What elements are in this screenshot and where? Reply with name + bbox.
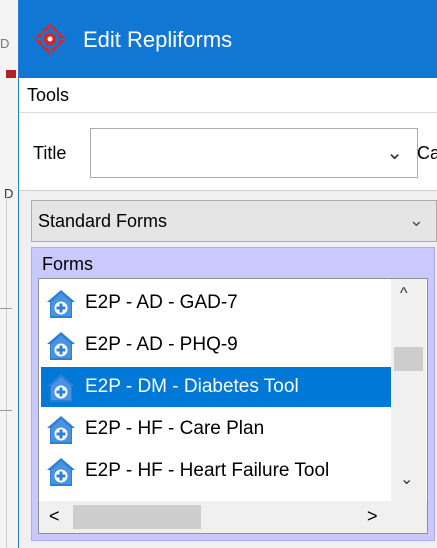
form-list-item[interactable]: E2P - HF - Care Plan bbox=[41, 409, 391, 449]
house-plus-icon bbox=[46, 289, 76, 319]
form-list-item[interactable]: E2P - AD - PHQ-9 bbox=[41, 325, 391, 365]
repliforms-crosshair-icon bbox=[34, 23, 66, 55]
background-tick bbox=[0, 410, 12, 411]
window-title: Edit Repliforms bbox=[83, 27, 233, 52]
horizontal-scrollbar[interactable]: < > bbox=[39, 501, 391, 533]
background-application: D D bbox=[0, 0, 20, 548]
form-category-dropdown[interactable]: Standard Forms ⌄ bbox=[31, 200, 437, 242]
form-list-item-label: E2P - HF - Care Plan bbox=[85, 418, 265, 439]
scroll-left-arrow-icon[interactable]: < bbox=[49, 506, 60, 527]
edit-repliforms-window: Edit Repliforms Tools Title ⌄ Ca Standar… bbox=[18, 0, 437, 548]
background-glyph: D bbox=[0, 36, 10, 51]
form-list-item-label: E2P - DM - Diabetes Tool bbox=[85, 376, 299, 397]
chevron-down-icon[interactable]: ⌄ bbox=[386, 140, 403, 165]
forms-listbox[interactable]: E2P - AD - GAD-7 E2P - AD - PHQ-9 E2P - DM… bbox=[38, 278, 428, 534]
house-plus-icon bbox=[46, 373, 76, 403]
form-list-item-label: E2P - AD - GAD-7 bbox=[85, 292, 238, 313]
forms-group: Forms E2P - AD - GAD-7 E2P - AD - PHQ-9 E2… bbox=[31, 247, 435, 541]
forms-group-label: Forms bbox=[42, 254, 93, 274]
form-list-item-label: E2P - HF - Heart Failure Tool bbox=[85, 460, 330, 481]
background-line bbox=[6, 196, 7, 548]
form-list-item[interactable]: E2P - HF - Heart Failure Tool bbox=[41, 451, 391, 491]
vertical-scrollbar[interactable]: ^ ⌄ bbox=[391, 279, 426, 501]
house-plus-icon bbox=[46, 457, 76, 487]
category-label-truncated: Ca bbox=[417, 143, 437, 163]
title-combobox[interactable]: ⌄ bbox=[90, 128, 418, 178]
title-label: Title bbox=[33, 143, 67, 163]
background-red-marker bbox=[6, 70, 16, 78]
horizontal-scroll-thumb[interactable] bbox=[73, 505, 201, 529]
house-plus-icon bbox=[46, 415, 76, 445]
title-bar[interactable]: Edit Repliforms bbox=[19, 0, 437, 78]
scrollbar-corner bbox=[391, 501, 427, 533]
form-list-item[interactable]: E2P - AD - GAD-7 bbox=[41, 283, 391, 323]
vertical-scroll-thumb[interactable] bbox=[394, 347, 423, 371]
title-filter-row: Title ⌄ Ca bbox=[19, 113, 437, 190]
scroll-up-arrow-icon[interactable]: ^ bbox=[400, 285, 408, 303]
chevron-down-icon[interactable]: ⌄ bbox=[409, 210, 424, 231]
divider bbox=[19, 190, 437, 191]
scroll-right-arrow-icon[interactable]: > bbox=[367, 506, 378, 527]
form-list-item[interactable]: E2P - DM - Diabetes Tool bbox=[41, 367, 391, 407]
form-category-value: Standard Forms bbox=[38, 211, 168, 231]
background-tick bbox=[0, 308, 12, 309]
menu-tools[interactable]: Tools bbox=[27, 85, 69, 106]
scroll-down-arrow-icon[interactable]: ⌄ bbox=[400, 469, 413, 489]
form-list-item-label: E2P - AD - PHQ-9 bbox=[85, 334, 238, 355]
menu-bar: Tools bbox=[19, 78, 437, 113]
house-plus-icon bbox=[46, 331, 76, 361]
